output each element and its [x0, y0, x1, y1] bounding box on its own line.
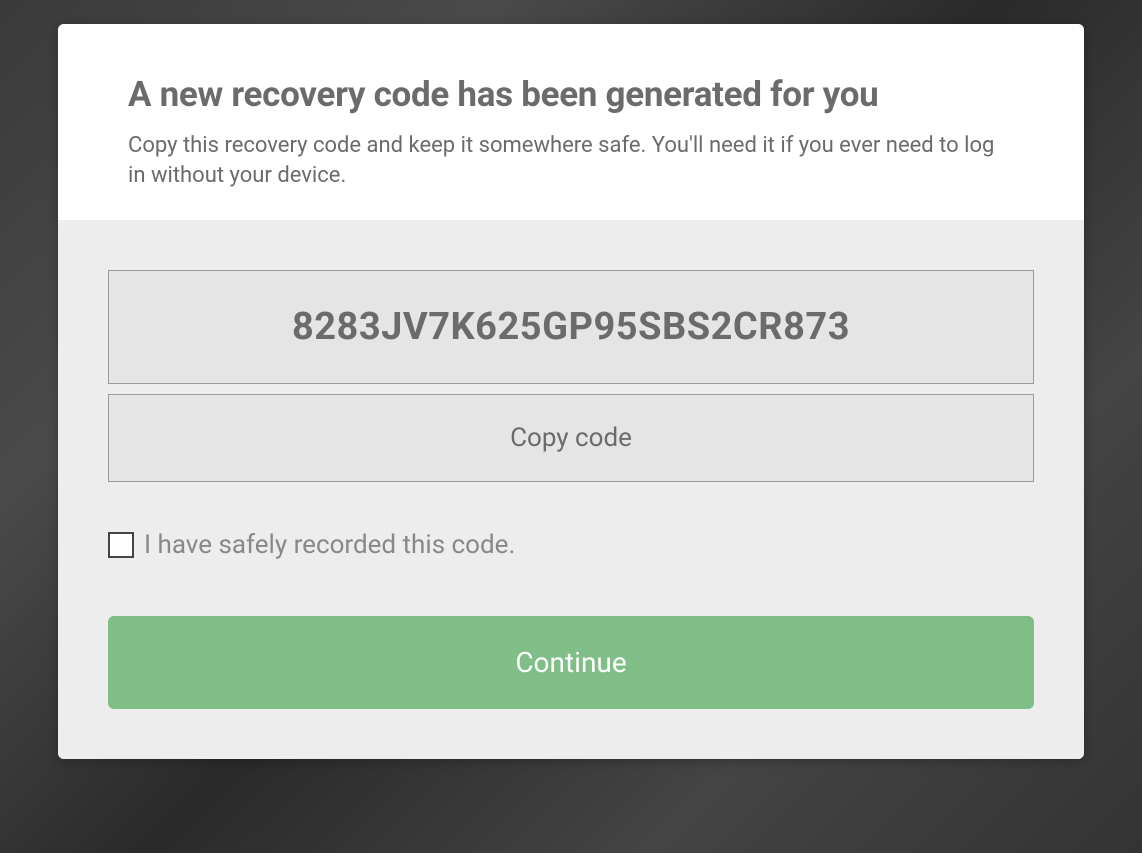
continue-button[interactable]: Continue [108, 616, 1034, 709]
copy-code-button[interactable]: Copy code [108, 394, 1034, 482]
modal-body: 8283JV7K625GP95SBS2CR873 Copy code I hav… [58, 220, 1084, 759]
recorded-checkbox[interactable] [108, 532, 134, 558]
recovery-code-display: 8283JV7K625GP95SBS2CR873 [108, 270, 1034, 384]
recovery-code-modal: A new recovery code has been generated f… [58, 24, 1084, 759]
modal-subtitle: Copy this recovery code and keep it some… [128, 131, 1014, 190]
recorded-checkbox-label[interactable]: I have safely recorded this code. [144, 530, 515, 560]
confirmation-row: I have safely recorded this code. [108, 530, 1034, 560]
modal-title: A new recovery code has been generated f… [128, 74, 1014, 115]
modal-header: A new recovery code has been generated f… [58, 24, 1084, 220]
